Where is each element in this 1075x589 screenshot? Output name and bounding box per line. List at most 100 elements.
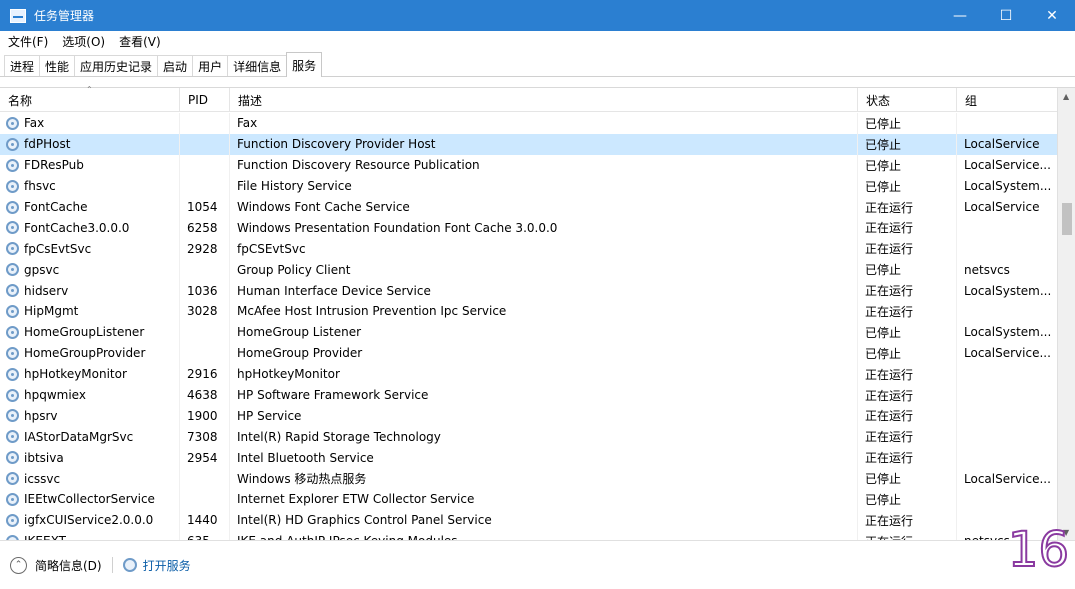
- service-status-text: 正在运行: [865, 451, 914, 466]
- maximize-button[interactable]: ☐: [983, 0, 1029, 31]
- service-desc-text: Windows Font Cache Service: [237, 200, 410, 214]
- service-row[interactable]: HomeGroupListener HomeGroup Listener 已停止 Lo…: [0, 321, 1057, 343]
- service-group-cell: [957, 113, 1057, 134]
- column-header-description[interactable]: 描述: [230, 88, 858, 112]
- column-header-status[interactable]: 状态: [858, 88, 957, 112]
- column-header-name[interactable]: ⌃ 名称: [0, 85, 180, 112]
- close-button[interactable]: ✕: [1029, 0, 1075, 31]
- tab-app-history[interactable]: 应用历史记录: [74, 55, 159, 77]
- scroll-up-icon[interactable]: ▲: [1063, 92, 1069, 101]
- footer-divider: [111, 557, 113, 573]
- service-group-cell: netsvcs: [957, 259, 1057, 280]
- tab-users[interactable]: 用户: [192, 55, 229, 77]
- service-group-text: LocalSystem...: [964, 179, 1052, 194]
- service-status-text: 正在运行: [865, 513, 914, 528]
- service-name-cell: HomeGroupListener: [0, 321, 180, 343]
- scrollbar-thumb[interactable]: [1062, 203, 1072, 235]
- service-name-cell: ibtsiva: [0, 447, 180, 469]
- service-gear-icon: [6, 451, 19, 465]
- service-pid-text: 2928: [187, 241, 218, 256]
- menu-file[interactable]: 文件(F): [8, 33, 48, 50]
- chevron-up-icon[interactable]: ⌃: [10, 556, 27, 574]
- service-name-cell: fpCsEvtSvc: [0, 238, 180, 260]
- service-name-text: igfxCUIService2.0.0.0: [24, 513, 154, 528]
- service-desc-cell: HP Software Framework Service: [230, 384, 858, 406]
- service-name-text: IAStorDataMgrSvc: [24, 429, 134, 444]
- window-title: 任务管理器: [34, 9, 95, 23]
- service-gear-icon: [6, 304, 19, 318]
- tab-divider: [0, 76, 1075, 77]
- service-row[interactable]: HipMgmt 3028 McAfee Host Intrusion Prevent…: [0, 301, 1057, 322]
- service-status-text: 已停止: [865, 263, 902, 278]
- service-pid-cell: 1054: [180, 196, 230, 218]
- service-pid-cell: 4638: [180, 384, 230, 406]
- service-status-cell: 正在运行: [858, 384, 957, 406]
- service-group-cell: LocalService...: [957, 468, 1057, 489]
- service-pid-cell: 2928: [180, 238, 230, 260]
- service-row[interactable]: ibtsiva 2954 Intel Bluetooth Service 正在运行: [0, 447, 1057, 469]
- service-desc-cell: Group Policy Client: [230, 259, 858, 281]
- tab-startup[interactable]: 启动: [157, 55, 194, 77]
- service-row[interactable]: icssvc Windows 移动热点服务 已停止 LocalService...: [0, 468, 1057, 490]
- service-status-cell: 正在运行: [858, 301, 957, 322]
- fewer-details-link[interactable]: 简略信息(D): [35, 557, 102, 574]
- service-row[interactable]: fpCsEvtSvc 2928 fpCSEvtSvc 正在运行: [0, 238, 1057, 260]
- service-name-text: fhsvc: [24, 179, 56, 194]
- title-bar[interactable]: 任务管理器 — ☐ ✕: [0, 0, 1075, 31]
- service-name-cell: FontCache3.0.0.0: [0, 217, 180, 239]
- service-row[interactable]: igfxCUIService2.0.0.0 1440 Intel(R) HD Gra…: [0, 509, 1057, 531]
- service-row[interactable]: HomeGroupProvider HomeGroup Provider 已停止 Lo…: [0, 342, 1057, 364]
- service-desc-cell: Windows Presentation Foundation Font Cac…: [230, 217, 858, 239]
- service-group-cell: LocalSystem...: [957, 280, 1057, 301]
- service-group-cell: [957, 447, 1057, 468]
- service-gear-icon: [6, 492, 19, 506]
- service-pid-text: 1900: [187, 408, 218, 423]
- service-row[interactable]: gpsvc Group Policy Client 已停止 netsvcs: [0, 259, 1057, 281]
- service-group-cell: [957, 301, 1057, 322]
- service-group-cell: LocalService...: [957, 343, 1057, 364]
- service-row[interactable]: FontCache3.0.0.0 6258 Windows Presentation…: [0, 217, 1057, 239]
- service-row[interactable]: hpqwmiex 4638 HP Software Framework Servic…: [0, 384, 1057, 406]
- service-group-cell: [957, 217, 1057, 238]
- service-row[interactable]: Fax Fax 已停止: [0, 113, 1057, 134]
- service-row[interactable]: hidserv 1036 Human Interface Device Servic…: [0, 280, 1057, 302]
- column-header-group[interactable]: 组: [957, 88, 1057, 112]
- services-list: Fax Fax 已停止 fdPHost Function Discovery Provi…: [0, 113, 1057, 541]
- service-desc-text: HomeGroup Provider: [237, 346, 363, 361]
- tab-processes[interactable]: 进程: [4, 55, 41, 77]
- vertical-scrollbar[interactable]: ▲ ▼: [1057, 88, 1075, 541]
- service-row[interactable]: FontCache 1054 Windows Font Cache Service 正…: [0, 196, 1057, 218]
- service-status-cell: 已停止: [858, 489, 957, 510]
- service-name-text: FDResPub: [24, 158, 84, 173]
- service-row[interactable]: IEEtwCollectorService Internet Explorer E…: [0, 489, 1057, 510]
- tab-performance[interactable]: 性能: [39, 55, 76, 77]
- menu-options[interactable]: 选项(O): [62, 33, 105, 50]
- service-row[interactable]: hpsrv 1900 HP Service 正在运行: [0, 405, 1057, 427]
- service-pid-cell: [180, 468, 230, 490]
- service-gear-icon: [6, 221, 19, 235]
- service-desc-text: Internet Explorer ETW Collector Service: [237, 492, 475, 507]
- service-desc-cell: Function Discovery Resource Publication: [230, 154, 858, 176]
- services-panel: ⌃ 名称 PID 描述 状态 组 Fax Fax 已停止 fdPHost Functio…: [0, 85, 1075, 541]
- service-row[interactable]: IAStorDataMgrSvc 7308 Intel(R) Rapid Stora…: [0, 426, 1057, 448]
- column-header-pid[interactable]: PID: [180, 88, 230, 112]
- open-services-link[interactable]: 打开服务: [122, 557, 191, 574]
- service-name-cell: hpsrv: [0, 405, 180, 427]
- minimize-button[interactable]: —: [937, 0, 983, 31]
- service-row[interactable]: fdPHost Function Discovery Provider Host 已…: [0, 133, 1057, 155]
- tab-details[interactable]: 详细信息: [227, 55, 288, 77]
- service-desc-cell: Intel(R) HD Graphics Control Panel Servi…: [230, 509, 858, 531]
- service-status-text: 正在运行: [865, 409, 914, 424]
- service-status-cell: 正在运行: [858, 196, 957, 218]
- service-row[interactable]: hpHotkeyMonitor 2916 hpHotkeyMonitor 正在运行: [0, 363, 1057, 385]
- service-row[interactable]: FDResPub Function Discovery Resource Publ…: [0, 154, 1057, 176]
- service-row[interactable]: fhsvc File History Service 已停止 LocalSystem.…: [0, 175, 1057, 197]
- menu-view[interactable]: 查看(V): [119, 33, 161, 50]
- service-desc-text: McAfee Host Intrusion Prevention Ipc Ser…: [237, 304, 507, 319]
- service-name-text: HomeGroupListener: [24, 325, 145, 340]
- service-desc-text: Function Discovery Provider Host: [237, 137, 436, 152]
- service-pid-cell: 7308: [180, 426, 230, 448]
- service-desc-text: HomeGroup Listener: [237, 325, 362, 340]
- service-pid-cell: 6258: [180, 217, 230, 239]
- tab-services[interactable]: 服务: [286, 52, 323, 77]
